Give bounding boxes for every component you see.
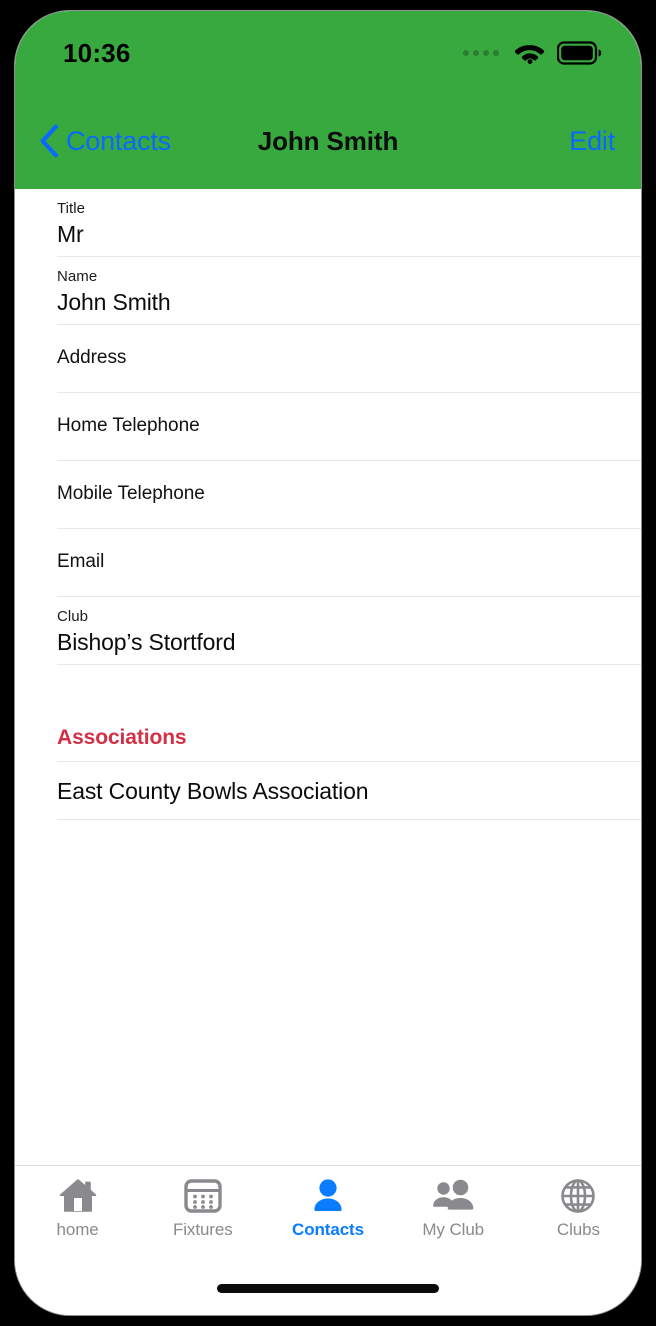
field-label: Address [57,347,127,368]
field-row-name[interactable]: Name John Smith [15,257,641,325]
globe-icon [558,1176,598,1216]
tab-label: home [56,1220,99,1239]
field-value: Mr [57,221,84,247]
association-name: East County Bowls Association [57,777,369,804]
house-icon [57,1176,99,1216]
calendar-icon [183,1176,223,1216]
people-icon [430,1176,476,1216]
status-time: 10:36 [63,37,131,68]
section-spacer [15,665,641,714]
battery-full-icon [557,41,602,65]
phone-screen: 10:36 Contacts John Smith Edit Title Mr … [14,10,642,1316]
tab-contacts[interactable]: Contacts [265,1166,390,1240]
home-indicator [217,1284,439,1293]
chevron-left-icon [40,124,59,158]
field-row-club[interactable]: Club Bishop’s Stortford [15,597,641,665]
tab-label: Contacts [292,1220,364,1239]
device-frame: 10:36 Contacts John Smith Edit Title Mr … [0,0,656,1326]
field-row-address[interactable]: Address [15,325,641,393]
tab-label: My Club [422,1220,485,1239]
cellular-dots-icon [463,50,499,56]
contact-detail-list: Title Mr Name John Smith Address Home Te… [15,189,641,1315]
person-icon [308,1176,348,1216]
field-label: Title [57,200,86,217]
nav-bar-container: 10:36 Contacts John Smith Edit [15,11,641,189]
associations-title: Associations [57,726,187,749]
tab-bar: home Fixtures Contacts My Club Clubs [15,1165,641,1253]
status-bar: 10:36 [15,33,641,73]
field-label: Name [57,268,98,285]
field-label: Home Telephone [57,415,200,436]
field-row-title[interactable]: Title Mr [15,189,641,257]
field-row-mobile-telephone[interactable]: Mobile Telephone [15,461,641,529]
field-label: Mobile Telephone [57,483,205,504]
field-row-email[interactable]: Email [15,529,641,597]
field-row-home-telephone[interactable]: Home Telephone [15,393,641,461]
field-value: John Smith [57,289,171,315]
field-value: Bishop’s Stortford [57,629,236,655]
field-label: Club [57,608,89,625]
tab-home[interactable]: home [15,1166,140,1240]
tab-label: Fixtures [172,1220,233,1239]
edit-button[interactable]: Edit [569,126,615,157]
list-item[interactable]: East County Bowls Association [15,762,641,820]
back-button-label: Contacts [66,125,171,156]
tab-clubs[interactable]: Clubs [516,1166,641,1240]
field-label: Email [57,551,105,572]
wifi-icon [515,45,545,64]
tab-fixtures[interactable]: Fixtures [140,1166,265,1240]
status-icons [463,41,603,65]
back-button[interactable]: Contacts [39,124,171,158]
tab-my-club[interactable]: My Club [391,1166,516,1240]
nav-bar: Contacts John Smith Edit [15,115,641,167]
tab-label: Clubs [556,1220,600,1239]
associations-section-header: Associations [15,714,641,762]
